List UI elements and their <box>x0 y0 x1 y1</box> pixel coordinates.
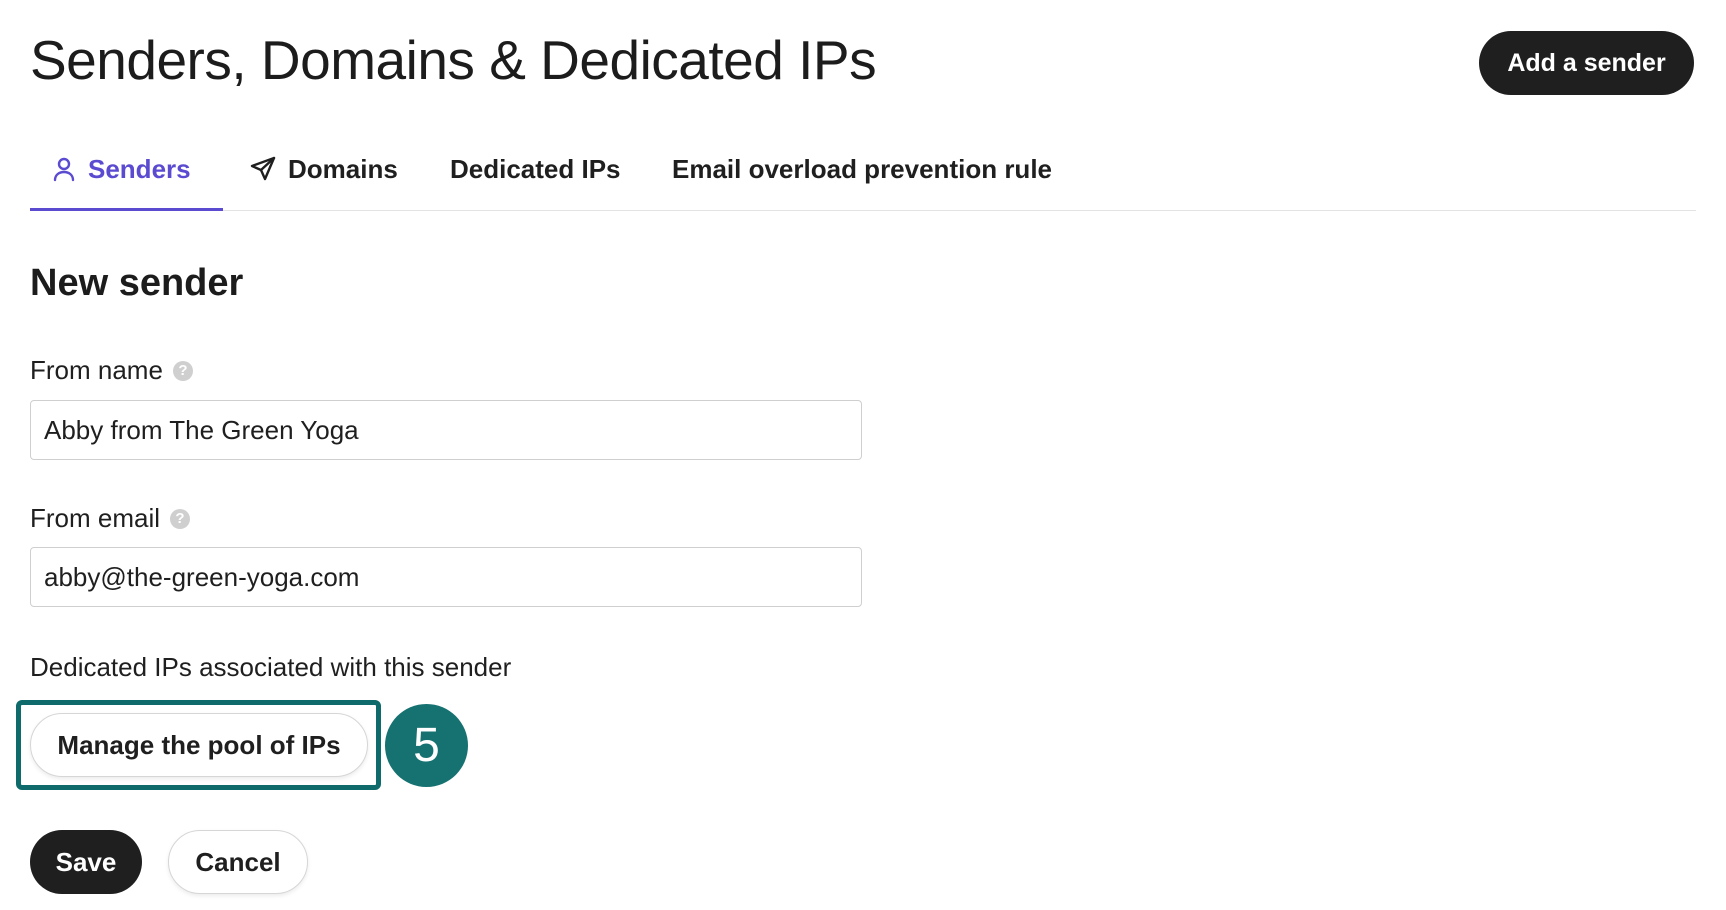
tab-dedicated-ips[interactable]: Dedicated IPs <box>450 130 621 208</box>
active-tab-indicator <box>30 208 223 211</box>
user-icon <box>52 156 76 182</box>
step-number-badge: 5 <box>385 704 468 787</box>
add-sender-button[interactable]: Add a sender <box>1479 31 1694 95</box>
save-button[interactable]: Save <box>30 830 142 894</box>
section-title: New sender <box>30 262 244 304</box>
help-icon[interactable]: ? <box>170 508 191 529</box>
tab-domains[interactable]: Domains <box>250 130 398 208</box>
from-name-label: From name <box>30 355 163 385</box>
tab-senders-label: Senders <box>88 153 191 184</box>
tab-domains-label: Domains <box>288 153 398 184</box>
from-name-input[interactable] <box>30 400 862 460</box>
from-email-input[interactable] <box>30 547 862 607</box>
tab-dedicated-ips-label: Dedicated IPs <box>450 153 621 184</box>
from-email-label: From email <box>30 503 161 533</box>
from-email-label-row: From email ? <box>30 503 191 534</box>
page: Senders, Domains & Dedicated IPs Add a s… <box>0 0 1726 910</box>
tab-email-overload-label: Email overload prevention rule <box>672 153 1052 184</box>
cancel-button[interactable]: Cancel <box>168 830 308 894</box>
tab-email-overload-prevention-rule[interactable]: Email overload prevention rule <box>672 130 1052 208</box>
from-name-label-row: From name ? <box>30 355 193 386</box>
send-icon <box>250 156 276 182</box>
tab-senders[interactable]: Senders <box>52 130 191 208</box>
page-title: Senders, Domains & Dedicated IPs <box>30 29 877 91</box>
dedicated-ips-label: Dedicated IPs associated with this sende… <box>30 652 512 682</box>
help-icon[interactable]: ? <box>172 360 193 381</box>
manage-ip-pool-button[interactable]: Manage the pool of IPs <box>30 713 368 777</box>
tab-bar: Senders Domains Dedicated IPs Email over… <box>30 130 1696 211</box>
